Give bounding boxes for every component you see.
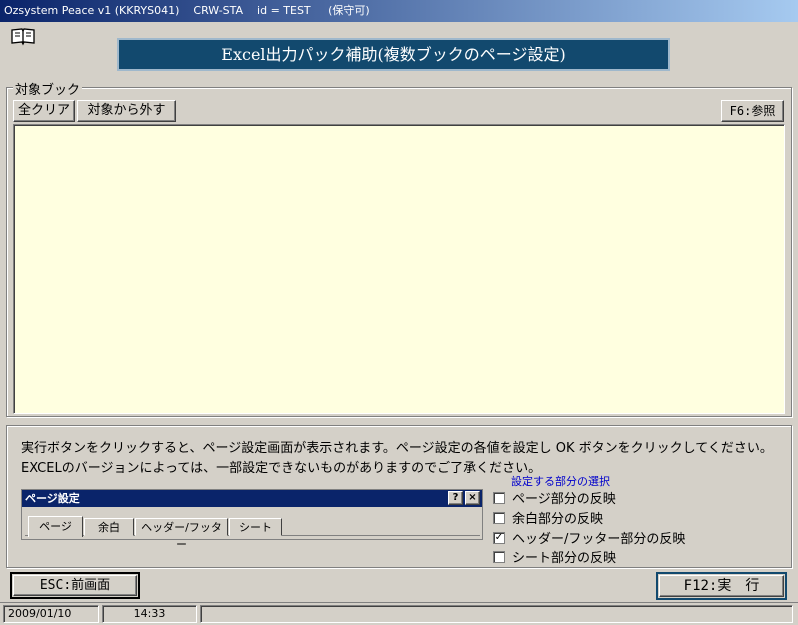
status-time: 14:33 [102,605,197,623]
option-header-footer[interactable]: ✓ ヘッダー/フッター部分の反映 [493,528,733,548]
option-page-checkbox[interactable] [493,492,505,504]
options-label: 設定する部分の選択 [511,475,610,488]
book-icon[interactable] [10,26,36,46]
statusbar-divider [0,602,798,603]
page-setup-preview-title: ページ設定 [22,490,482,507]
option-sheet[interactable]: シート部分の反映 [493,547,693,567]
info-line-2: EXCELのバージョンによっては、一部設定できないものがありますのでご了承くださ… [21,461,542,476]
option-margins-checkbox[interactable] [493,512,505,524]
esc-back-label: ESC:前画面 [13,575,137,596]
status-message [200,605,793,623]
option-page[interactable]: ページ部分の反映 [493,488,693,508]
esc-back-button[interactable]: ESC:前画面 [10,572,140,599]
target-books-label: 対象ブック [13,79,83,98]
option-sheet-label: シート部分の反映 [512,551,617,566]
tab-page: ページ [28,516,83,537]
clear-all-button[interactable]: 全クリア [13,100,75,122]
option-margins[interactable]: 余白部分の反映 [493,508,693,528]
window-title: Ozsystem Peace v1 (KKRYS041) CRW-STA id … [0,0,798,22]
option-page-label: ページ部分の反映 [512,492,616,507]
info-line-1: 実行ボタンをクリックすると、ページ設定画面が表示されます。ページ設定の各値を設定… [21,441,773,456]
tab-header-footer: ヘッダー/フッター [135,518,228,551]
page-setup-title-text: ページ設定 [25,492,80,505]
close-icon: × [465,491,480,505]
page-title-banner: Excel出力パック補助(複数ブックのページ設定) [117,38,670,71]
option-sheet-checkbox[interactable] [493,551,505,563]
page-setup-preview: ページ設定 ? × ページ 余白 ヘッダー/フッター シート [21,489,483,551]
status-date: 2009/01/10 [3,605,99,623]
tab-sheet: シート [229,518,282,536]
option-header-footer-label: ヘッダー/フッター部分の反映 [512,532,686,547]
option-header-footer-checkbox[interactable]: ✓ [493,532,505,544]
help-icon: ? [448,491,463,505]
tab-margins: 余白 [84,518,134,536]
execute-f12-label: F12:実 行 [659,575,784,597]
option-margins-label: 余白部分の反映 [512,512,604,527]
remove-from-target-button[interactable]: 対象から外す [77,100,176,122]
target-books-list[interactable] [13,124,785,414]
execute-f12-button[interactable]: F12:実 行 [656,572,787,600]
browse-f6-button[interactable]: F6:参照 [721,100,784,122]
